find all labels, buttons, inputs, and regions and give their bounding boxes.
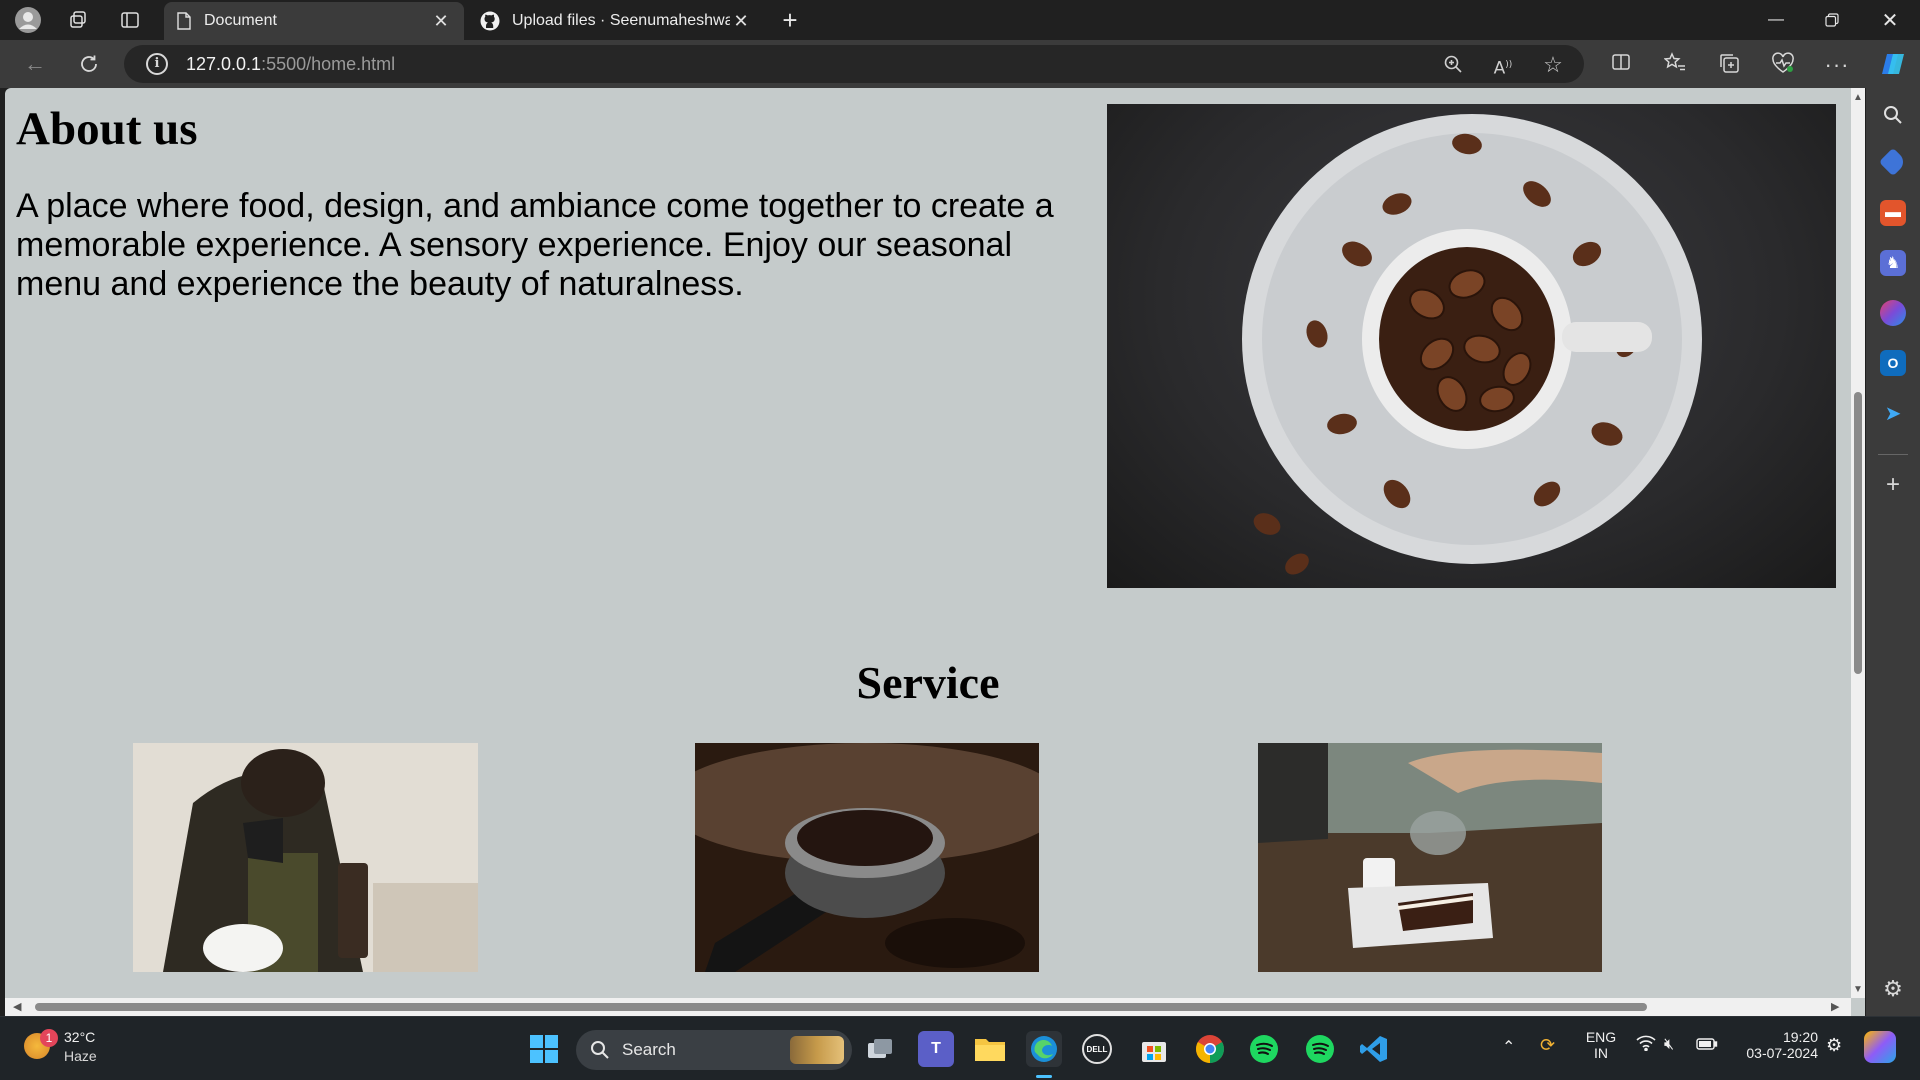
battery-icon[interactable] — [1696, 1037, 1718, 1054]
search-icon[interactable] — [1880, 102, 1906, 128]
edge-sidebar: ▬ ♞ O ➤ + ⚙ — [1866, 88, 1920, 1016]
collections-icon[interactable] — [1716, 52, 1742, 78]
notification-badge: 1 — [40, 1029, 58, 1047]
games-icon[interactable]: ♞ — [1880, 250, 1906, 276]
add-icon[interactable]: + — [1880, 471, 1906, 498]
vertical-scroll-thumb[interactable] — [1854, 392, 1862, 674]
scroll-left-icon[interactable]: ◀ — [13, 1000, 21, 1013]
tab-title: Upload files · Seenumaheshwaran — [512, 12, 730, 29]
notifications-gear-icon[interactable]: ⚙ — [1826, 1035, 1842, 1056]
windows-start-icon[interactable] — [526, 1031, 562, 1067]
copilot-icon[interactable] — [1878, 49, 1904, 75]
taskbar-search-box[interactable]: Search — [576, 1030, 852, 1070]
vertical-scrollbar[interactable]: ▲ ▼ — [1851, 88, 1865, 998]
weather-widget[interactable]: 1 32°C Haze — [20, 1029, 110, 1069]
vertical-tabs-icon[interactable] — [116, 6, 144, 34]
shopping-tag-icon[interactable] — [1878, 147, 1908, 177]
scroll-up-icon[interactable]: ▲ — [1853, 92, 1863, 103]
tab-title: Document — [204, 12, 277, 29]
zoom-icon[interactable] — [1442, 54, 1464, 76]
barista-pour-over-image — [133, 743, 478, 972]
profile-avatar-icon[interactable] — [14, 6, 42, 34]
spotify-icon[interactable] — [1246, 1031, 1282, 1067]
refresh-icon[interactable] — [72, 48, 106, 80]
tab-document[interactable]: Document ✕ — [164, 2, 464, 40]
restore-button[interactable] — [1804, 0, 1860, 40]
send-icon[interactable]: ➤ — [1880, 400, 1906, 426]
service-heading: Service — [856, 657, 1000, 708]
url-text[interactable]: 127.0.0.1:5500/home.html — [186, 54, 395, 75]
volume-muted-icon[interactable]: 🔇︎ — [1664, 1036, 1674, 1054]
dell-icon[interactable]: DELL — [1082, 1034, 1112, 1064]
favorite-star-icon[interactable]: ☆ — [1542, 54, 1564, 76]
document-icon — [177, 12, 191, 30]
search-icon — [591, 1041, 609, 1059]
workspaces-icon[interactable] — [64, 6, 92, 34]
read-aloud-icon[interactable]: A)) — [1492, 54, 1514, 79]
about-paragraph: A place where food, design, and ambiance… — [16, 187, 1054, 303]
page-viewport: About us A place where food, design, and… — [5, 88, 1865, 1016]
sync-status-icon[interactable]: ⟳ — [1540, 1035, 1555, 1056]
github-icon — [480, 11, 500, 31]
espresso-portafilter-image — [695, 743, 1039, 972]
about-heading: About us — [16, 103, 198, 155]
scroll-down-icon[interactable]: ▼ — [1853, 984, 1863, 995]
settings-gear-icon[interactable]: ⚙ — [1880, 976, 1906, 1002]
outlook-icon[interactable]: O — [1880, 350, 1906, 376]
favorites-icon[interactable] — [1662, 52, 1688, 78]
info-icon[interactable]: i — [146, 53, 168, 75]
close-window-button[interactable]: ✕ — [1862, 0, 1918, 40]
sidebar-divider — [1878, 454, 1908, 455]
coffee-beans-image — [1107, 104, 1836, 588]
teams-icon[interactable]: T — [918, 1031, 954, 1067]
browser-toolbar: ← i 127.0.0.1:5500/home.html A)) ☆ ··· — [0, 40, 1920, 88]
microsoft-store-icon[interactable] — [1136, 1031, 1172, 1067]
windows-taskbar: 1 32°C Haze Search T DELL ⌃ ⟳ ENG IN 🔇︎ … — [0, 1016, 1920, 1080]
tools-briefcase-icon[interactable]: ▬ — [1880, 200, 1906, 226]
horizontal-scrollbar[interactable]: ◀ ▶ — [5, 998, 1851, 1016]
new-tab-icon[interactable]: + — [776, 5, 804, 35]
active-app-indicator — [1036, 1075, 1052, 1078]
task-view-icon[interactable] — [862, 1031, 898, 1067]
copilot-taskbar-icon[interactable] — [1864, 1031, 1896, 1063]
browser-title-bar: Document ✕ Upload files · Seenumaheshwar… — [0, 0, 1920, 40]
search-label: Search — [622, 1040, 676, 1059]
clock-time: 19:20 — [1782, 1029, 1818, 1045]
more-menu-icon[interactable]: ··· — [1824, 52, 1850, 78]
spotify-icon[interactable] — [1302, 1031, 1338, 1067]
chrome-icon[interactable] — [1192, 1031, 1228, 1067]
show-hidden-icons-icon[interactable]: ⌃ — [1502, 1037, 1515, 1057]
minimize-button[interactable]: — — [1748, 0, 1804, 40]
vscode-icon[interactable] — [1356, 1031, 1392, 1067]
weather-desc: Haze — [64, 1048, 97, 1064]
clock[interactable]: 19:20 03-07-2024 — [1732, 1029, 1818, 1061]
address-bar[interactable]: i 127.0.0.1:5500/home.html A)) ☆ — [124, 45, 1584, 83]
close-icon[interactable]: ✕ — [430, 11, 452, 32]
edge-browser-icon[interactable] — [1026, 1031, 1062, 1067]
split-screen-icon[interactable] — [1608, 52, 1634, 78]
browser-essentials-icon[interactable] — [1770, 52, 1796, 78]
microsoft-365-icon[interactable] — [1880, 300, 1906, 326]
wifi-icon[interactable] — [1636, 1035, 1656, 1056]
coffee-and-cake-image — [1258, 743, 1602, 972]
language-indicator[interactable]: ENG IN — [1580, 1029, 1622, 1061]
tab-upload-files[interactable]: Upload files · Seenumaheshwaran ✕ — [468, 2, 764, 40]
file-explorer-icon[interactable] — [972, 1031, 1008, 1067]
back-arrow-icon[interactable]: ← — [18, 48, 52, 80]
horizontal-scroll-thumb[interactable] — [35, 1003, 1647, 1011]
search-highlight-icon — [790, 1036, 844, 1064]
close-icon[interactable]: ✕ — [730, 11, 752, 32]
scroll-right-icon[interactable]: ▶ — [1831, 1000, 1839, 1013]
weather-temp: 32°C — [64, 1029, 96, 1045]
clock-date: 03-07-2024 — [1746, 1045, 1818, 1061]
